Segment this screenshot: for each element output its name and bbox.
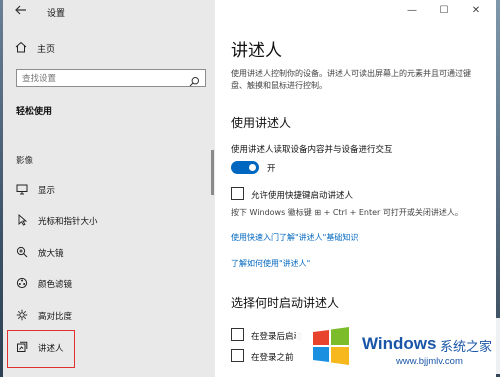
quickstart-link[interactable]: 使用快速入门了解"讲述人"基础知识: [231, 232, 358, 243]
color-filter-icon: [15, 277, 29, 291]
back-arrow-icon[interactable]: [14, 3, 32, 21]
close-button[interactable]: ✕: [464, 3, 488, 19]
cursor-icon: [15, 214, 29, 228]
toggle-description: 使用讲述人读取设备内容并与设备进行交互: [231, 145, 393, 155]
section-title-use-narrator: 使用讲述人: [231, 116, 292, 130]
section-title-startup: 选择何时启动讲述人: [231, 296, 340, 310]
nav-pane: 设置 主页 轻松使用 影像 显示 光标和指针大小 放大镜: [3, 0, 215, 377]
watermark: Windows 系统之家 www.bjjmlv.com: [296, 318, 500, 374]
nav-scrollbar[interactable]: [211, 150, 214, 195]
sidebar-item-label: 颜色滤镜: [38, 280, 73, 290]
search-icon[interactable]: [189, 72, 200, 87]
sidebar-item-cursor[interactable]: 光标和指针大小: [3, 210, 215, 232]
sidebar-item-label: 显示: [38, 186, 56, 196]
sidebar-item-label: 高对比度: [38, 312, 73, 322]
narrator-toggle[interactable]: [231, 161, 259, 174]
watermark-cn: 系统之家: [440, 340, 493, 355]
nav-home[interactable]: 主页: [3, 38, 215, 60]
toggle-knob: [249, 164, 256, 171]
page-title: 讲述人: [231, 41, 282, 61]
sidebar-item-high-contrast[interactable]: 高对比度: [3, 305, 215, 327]
highlight-frame: [7, 330, 75, 368]
search-box[interactable]: [16, 69, 206, 87]
windows-logo-icon: [310, 326, 352, 366]
shortcut-checkbox[interactable]: [231, 187, 244, 200]
display-icon: [15, 183, 29, 197]
maximize-button[interactable]: ☐: [432, 3, 456, 19]
window-title: 设置: [47, 9, 66, 19]
learn-more-link[interactable]: 了解如何使用"讲述人": [231, 258, 310, 269]
watermark-brand: Windows: [362, 334, 437, 353]
shortcut-note: 按下 Windows 徽标键 ⊞ + Ctrl + Enter 可打开或关闭讲述…: [231, 208, 463, 217]
search-input[interactable]: [22, 73, 172, 84]
nav-home-label: 主页: [37, 45, 56, 55]
nav-group-label: 影像: [16, 156, 34, 166]
sidebar-item-label: 放大镜: [38, 249, 64, 259]
sidebar-item-color-filter[interactable]: 颜色滤镜: [3, 273, 215, 295]
minimize-button[interactable]: —: [400, 3, 424, 19]
window-controls: — ☐ ✕: [386, 0, 496, 22]
toggle-state-label: 开: [267, 164, 276, 174]
magnifier-icon: [15, 246, 29, 260]
watermark-url: www.bjjmlv.com: [396, 356, 463, 367]
startup-before-login-label: 在登录之前: [251, 353, 294, 363]
nav-section-title: 轻松使用: [16, 107, 53, 117]
sidebar-item-label: 光标和指针大小: [38, 217, 98, 227]
sidebar-item-magnifier[interactable]: 放大镜: [3, 242, 215, 264]
shortcut-checkbox-label: 允许使用快捷键启动讲述人: [251, 191, 354, 201]
high-contrast-icon: [15, 309, 29, 323]
startup-after-login-checkbox[interactable]: [231, 328, 244, 341]
title-bar: 设置: [3, 0, 215, 26]
sidebar-item-display[interactable]: 显示: [3, 179, 215, 201]
page-description: 使用讲述人控制你的设备。讲述人可读出屏幕上的元素并且可通过键盘、触摸和鼠标进行控…: [231, 69, 471, 90]
startup-after-login-label: 在登录后启动: [251, 332, 303, 342]
home-icon: [15, 41, 27, 56]
startup-before-login-checkbox[interactable]: [231, 349, 244, 362]
